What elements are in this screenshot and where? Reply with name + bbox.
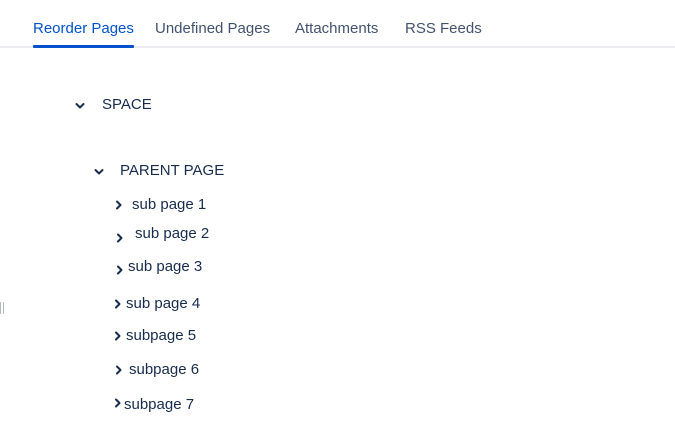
tree-label-sub-page-1: sub page 1 xyxy=(132,196,207,213)
tree-label-sub-page-4: sub page 4 xyxy=(126,295,201,312)
chevron-right-icon[interactable] xyxy=(113,195,125,215)
tree-node-subpage-6[interactable]: subpage 6 xyxy=(113,360,233,382)
tree-node-sub-page-1[interactable]: sub page 1 xyxy=(113,195,233,217)
tree-node-subpage-5[interactable]: subpage 5 xyxy=(112,326,232,348)
tree-label-subpage-5: subpage 5 xyxy=(126,327,197,344)
tab-undefined-pages[interactable]: Undefined Pages xyxy=(155,19,270,46)
tab-reorder-pages[interactable]: Reorder Pages xyxy=(33,19,134,48)
tree-node-sub-page-3[interactable]: sub page 3 xyxy=(114,257,234,279)
chevron-right-icon[interactable] xyxy=(112,326,124,346)
chevron-down-icon[interactable] xyxy=(74,96,86,116)
tree-label-subpage-7: subpage 7 xyxy=(124,396,195,413)
tree-node-sub-page-4[interactable]: sub page 4 xyxy=(112,294,232,316)
chevron-right-icon[interactable] xyxy=(112,393,124,413)
chevron-down-icon[interactable] xyxy=(93,162,105,182)
resize-handle[interactable] xyxy=(0,302,5,314)
tree-label-sub-page-2: sub page 2 xyxy=(135,225,210,242)
tree-label-parent-page: PARENT PAGE xyxy=(120,162,225,179)
tab-attachments[interactable]: Attachments xyxy=(295,19,378,46)
chevron-right-icon[interactable] xyxy=(112,294,124,314)
chevron-right-icon[interactable] xyxy=(113,360,125,380)
tree-node-subpage-7[interactable]: subpage 7 xyxy=(112,395,232,417)
tree-node-space[interactable]: SPACE xyxy=(74,95,194,117)
tab-bar: Reorder Pages Undefined Pages Attachment… xyxy=(0,0,675,48)
chevron-right-icon[interactable] xyxy=(114,260,126,280)
tree-node-sub-page-2[interactable]: sub page 2 xyxy=(114,224,234,246)
tree-node-parent-page[interactable]: PARENT PAGE xyxy=(93,161,253,183)
tree-label-sub-page-3: sub page 3 xyxy=(128,258,203,275)
tree-label-subpage-6: subpage 6 xyxy=(129,361,200,378)
tree-label-space: SPACE xyxy=(102,96,152,113)
tab-rss-feeds[interactable]: RSS Feeds xyxy=(405,19,482,46)
chevron-right-icon[interactable] xyxy=(114,228,126,248)
